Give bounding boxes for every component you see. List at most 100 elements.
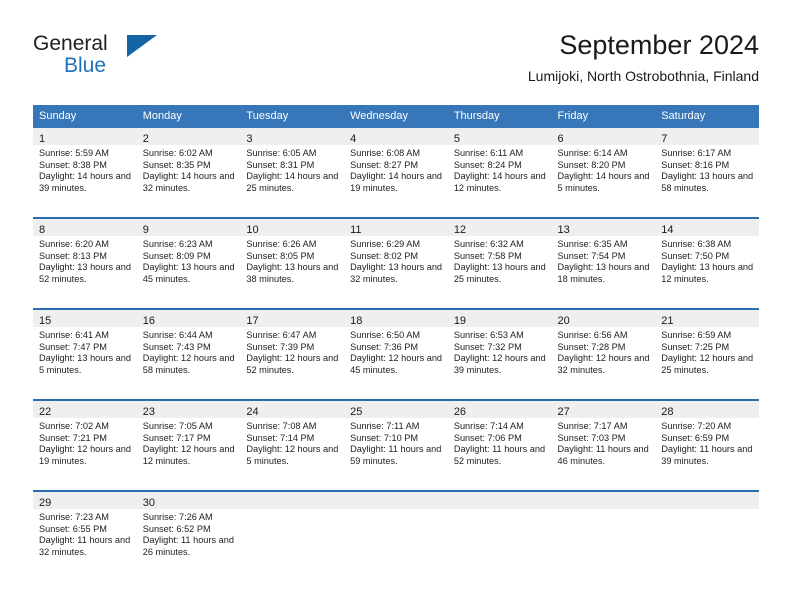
daylight-text: Daylight: 14 hours and 5 minutes. [557, 171, 650, 193]
calendar-day-cell[interactable]: 19 Sunrise: 6:53 AM Sunset: 7:32 PM Dayligh… [447, 310, 552, 399]
calendar-day-cell[interactable]: 18 Sunrise: 6:50 AM Sunset: 7:36 PM Dayligh… [344, 310, 448, 399]
day-number: 17 [246, 315, 259, 327]
calendar-day-cell[interactable]: 6 Sunrise: 6:14 AM Sunset: 8:20 PM Daylight… [551, 128, 656, 217]
day-number: 16 [142, 315, 155, 327]
calendar-day-cell[interactable]: 9 Sunrise: 6:23 AM Sunset: 8:09 PM Daylight… [136, 219, 241, 308]
sunrise-text: Sunrise: 6:02 AM [142, 148, 213, 158]
calendar-day-cell[interactable]: 21 Sunrise: 6:59 AM Sunset: 7:25 PM Dayligh… [655, 310, 759, 399]
weekday-header-tuesday: Tuesday [246, 110, 289, 122]
day-number-band: 16 [136, 310, 241, 327]
calendar-day-cell[interactable]: 15 Sunrise: 6:41 AM Sunset: 7:47 PM Dayligh… [33, 310, 137, 399]
sunset-text: Sunset: 7:58 PM [453, 250, 522, 261]
day-number: 26 [453, 406, 467, 418]
day-number-band: 13 [551, 219, 656, 236]
day-number: 13 [557, 224, 570, 236]
daylight-text: Daylight: 12 hours and 12 minutes. [142, 444, 235, 466]
day-number-band: 19 [447, 310, 552, 327]
day-number-band: 29 [33, 492, 137, 509]
calendar-day-cell[interactable]: 10 Sunrise: 6:26 AM Sunset: 8:05 PM Dayligh… [240, 219, 345, 308]
sunrise-text: Sunrise: 6:38 AM [661, 239, 732, 249]
day-sun-info: Sunrise: 6:05 AM Sunset: 8:31 PM Daylight:… [240, 145, 344, 194]
daylight-text: Daylight: 12 hours and 25 minutes. [661, 353, 754, 375]
day-number-band: 11 [344, 219, 448, 236]
sunrise-text: Sunrise: 5:59 AM [39, 148, 109, 158]
calendar-day-cell[interactable]: 27 Sunrise: 7:17 AM Sunset: 7:03 PM Dayligh… [551, 401, 656, 490]
sunset-text: Sunset: 8:24 PM [453, 159, 522, 170]
sunset-text: Sunset: 7:32 PM [453, 341, 522, 352]
sunrise-text: Sunrise: 7:14 AM [453, 421, 524, 431]
day-sun-info: Sunrise: 6:08 AM Sunset: 8:27 PM Daylight:… [344, 145, 448, 194]
calendar-day-cell[interactable]: 12 Sunrise: 6:32 AM Sunset: 7:58 PM Dayligh… [447, 219, 552, 308]
calendar-day-cell[interactable]: 3 Sunrise: 6:05 AM Sunset: 8:31 PM Daylight… [240, 128, 345, 217]
daylight-text: Daylight: 13 hours and 32 minutes. [350, 262, 443, 284]
day-sun-info: Sunrise: 5:59 AM Sunset: 8:38 PM Daylight:… [33, 145, 137, 194]
day-sun-info: Sunrise: 6:38 AM Sunset: 7:50 PM Daylight:… [655, 236, 759, 285]
day-number: 10 [246, 224, 259, 236]
daylight-text: Daylight: 12 hours and 5 minutes. [246, 444, 339, 466]
daylight-text: Daylight: 12 hours and 58 minutes. [142, 353, 235, 375]
sunrise-text: Sunrise: 6:17 AM [661, 148, 732, 158]
sunset-text: Sunset: 7:03 PM [557, 432, 626, 443]
calendar-day-cell[interactable]: 29 Sunrise: 7:23 AM Sunset: 6:55 PM Dayligh… [33, 492, 137, 581]
sunset-text: Sunset: 6:59 PM [661, 432, 730, 443]
calendar-day-cell[interactable]: 26 Sunrise: 7:14 AM Sunset: 7:06 PM Dayligh… [447, 401, 552, 490]
day-number-band: 22 [33, 401, 137, 418]
calendar-day-cell[interactable]: 20 Sunrise: 6:56 AM Sunset: 7:28 PM Dayligh… [551, 310, 656, 399]
calendar-day-cell[interactable]: 14 Sunrise: 6:38 AM Sunset: 7:50 PM Dayligh… [655, 219, 759, 308]
day-number-band: 17 [240, 310, 345, 327]
day-number: 7 [661, 133, 668, 145]
day-number: 19 [453, 315, 467, 327]
calendar-day-cell[interactable]: 22 Sunrise: 7:02 AM Sunset: 7:21 PM Dayligh… [33, 401, 137, 490]
calendar-day-cell[interactable]: 17 Sunrise: 6:47 AM Sunset: 7:39 PM Dayligh… [240, 310, 345, 399]
day-number-band: 8 [33, 219, 137, 236]
calendar-day-cell[interactable]: 30 Sunrise: 7:26 AM Sunset: 6:52 PM Dayligh… [136, 492, 241, 581]
weekday-header-friday: Friday [557, 110, 589, 122]
day-number-band: 26 [447, 401, 552, 418]
daylight-text: Daylight: 13 hours and 12 minutes. [661, 262, 754, 284]
sunrise-text: Sunrise: 7:02 AM [39, 421, 109, 431]
daylight-text: Daylight: 14 hours and 32 minutes. [142, 171, 235, 193]
daylight-text: Daylight: 11 hours and 32 minutes. [39, 535, 131, 557]
sunrise-text: Sunrise: 7:20 AM [661, 421, 732, 431]
calendar-day-cell[interactable]: 7 Sunrise: 6:17 AM Sunset: 8:16 PM Daylight… [655, 128, 759, 217]
page-subtitle: Lumijoki, North Ostrobothnia, Finland [527, 68, 759, 84]
sunrise-text: Sunrise: 6:59 AM [661, 330, 732, 340]
daylight-text: Daylight: 12 hours and 52 minutes. [246, 353, 339, 375]
calendar-day-cell[interactable]: 1 Sunrise: 5:59 AM Sunset: 8:38 PM Daylight… [33, 128, 137, 217]
daylight-text: Daylight: 14 hours and 19 minutes. [350, 171, 443, 193]
sunrise-text: Sunrise: 6:20 AM [39, 239, 109, 249]
calendar-day-cell[interactable]: 8 Sunrise: 6:20 AM Sunset: 8:13 PM Daylight… [33, 219, 137, 308]
calendar-day-cell[interactable]: 28 Sunrise: 7:20 AM Sunset: 6:59 PM Dayligh… [655, 401, 759, 490]
calendar-day-cell[interactable]: 13 Sunrise: 6:35 AM Sunset: 7:54 PM Dayligh… [551, 219, 656, 308]
calendar-day-cell-empty [551, 492, 656, 581]
sunset-text: Sunset: 6:55 PM [39, 523, 107, 534]
calendar-week-row: 29 Sunrise: 7:23 AM Sunset: 6:55 PM Dayligh… [33, 490, 759, 581]
day-number: 11 [350, 224, 362, 236]
calendar-day-cell[interactable]: 16 Sunrise: 6:44 AM Sunset: 7:43 PM Dayligh… [136, 310, 241, 399]
calendar-day-cell[interactable]: 25 Sunrise: 7:11 AM Sunset: 7:10 PM Dayligh… [344, 401, 448, 490]
sunset-text: Sunset: 7:25 PM [661, 341, 730, 352]
daylight-text: Daylight: 11 hours and 46 minutes. [557, 444, 649, 466]
logo-text-general: General [33, 32, 108, 55]
calendar-day-cell[interactable]: 4 Sunrise: 6:08 AM Sunset: 8:27 PM Daylight… [344, 128, 448, 217]
calendar-day-cell[interactable]: 5 Sunrise: 6:11 AM Sunset: 8:24 PM Daylight… [447, 128, 552, 217]
sunset-text: Sunset: 7:06 PM [453, 432, 522, 443]
day-number-band: 21 [655, 310, 759, 327]
day-number: 2 [142, 133, 149, 145]
daylight-text: Daylight: 12 hours and 39 minutes. [453, 353, 546, 375]
daylight-text: Daylight: 11 hours and 52 minutes. [453, 444, 546, 466]
day-sun-info: Sunrise: 7:08 AM Sunset: 7:14 PM Daylight:… [240, 418, 344, 467]
sunset-text: Sunset: 7:21 PM [39, 432, 107, 443]
title-block: September 2024 Lumijoki, North Ostroboth… [528, 28, 759, 86]
calendar-day-cell[interactable]: 24 Sunrise: 7:08 AM Sunset: 7:14 PM Dayligh… [240, 401, 345, 490]
calendar-day-cell[interactable]: 2 Sunrise: 6:02 AM Sunset: 8:35 PM Daylight… [136, 128, 241, 217]
calendar-day-cell[interactable]: 23 Sunrise: 7:05 AM Sunset: 7:17 PM Dayligh… [136, 401, 241, 490]
triangle-icon [127, 35, 157, 57]
sunrise-text: Sunrise: 6:50 AM [350, 330, 421, 340]
day-number: 5 [453, 133, 460, 145]
day-number-band: 15 [33, 310, 137, 327]
day-number-band: 30 [136, 492, 241, 509]
sunrise-text: Sunrise: 6:44 AM [142, 330, 213, 340]
day-number: 12 [453, 224, 467, 236]
calendar-day-cell[interactable]: 11 Sunrise: 6:29 AM Sunset: 8:02 PM Dayligh… [344, 219, 448, 308]
